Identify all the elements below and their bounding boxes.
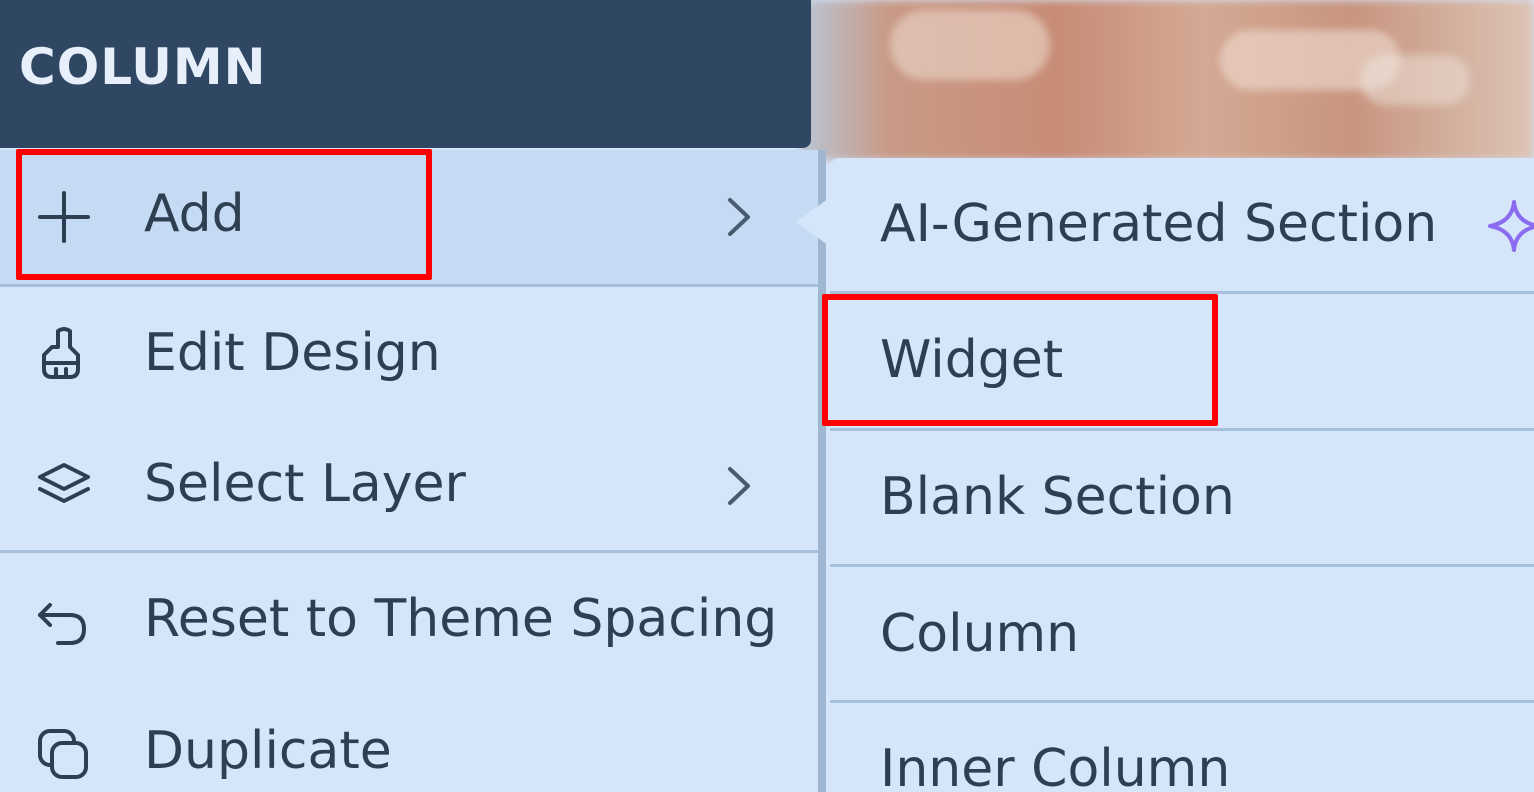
context-menu-stage: COLUMN Add Edit Design Select Layer Rese… (0, 0, 1534, 792)
submenu-item-label: Widget (880, 330, 1064, 390)
menu-item-edit-design[interactable]: Edit Design (0, 287, 818, 421)
menu-item-add[interactable]: Add (0, 150, 818, 284)
menu-item-duplicate[interactable]: Duplicate (0, 687, 818, 792)
submenu-item-inner-column[interactable]: Inner Column (830, 703, 1534, 792)
submenu-item-label: Blank Section (880, 467, 1235, 527)
undo-icon (38, 603, 87, 645)
menu-item-label: Duplicate (144, 721, 392, 781)
menu-header: COLUMN (0, 0, 811, 148)
submenu-item-ai-section[interactable]: AI-Generated Section (830, 158, 1534, 292)
menu-item-reset-spacing[interactable]: Reset to Theme Spacing (0, 553, 818, 687)
submenu-item-label: AI-Generated Section (880, 194, 1438, 254)
menu-item-label: Select Layer (144, 454, 466, 514)
submenu-pointer (796, 196, 832, 248)
submenu-item-blank-section[interactable]: Blank Section (830, 431, 1534, 565)
background-image (800, 0, 1534, 160)
sparkle-icon (1488, 200, 1534, 252)
brush-icon (42, 327, 80, 379)
layers-icon (38, 463, 90, 503)
menu-item-label: Edit Design (144, 323, 441, 383)
submenu-item-label: Column (880, 604, 1080, 664)
menu-item-select-layer[interactable]: Select Layer (0, 421, 818, 551)
submenu-item-widget[interactable]: Widget (830, 294, 1534, 428)
menu-item-label: Add (144, 184, 245, 244)
chevron-right-icon (728, 467, 750, 505)
header-title: COLUMN (19, 38, 267, 96)
duplicate-icon (38, 729, 88, 779)
chevron-right-icon (728, 198, 750, 236)
submenu-item-label: Inner Column (880, 739, 1231, 792)
plus-icon (38, 191, 90, 243)
submenu-item-column[interactable]: Column (830, 567, 1534, 701)
menu-item-label: Reset to Theme Spacing (144, 589, 778, 649)
